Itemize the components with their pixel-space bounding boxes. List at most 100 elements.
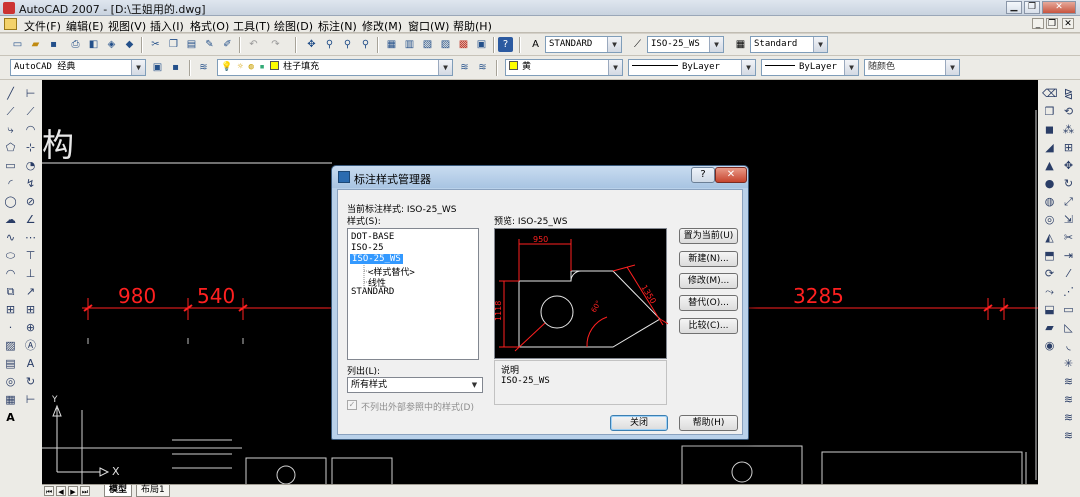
chamfer-icon[interactable]: ◺ [1061, 320, 1076, 335]
prev-tab-icon[interactable]: ◀ [56, 486, 66, 496]
ellipse-icon[interactable]: ⬭ [3, 248, 18, 263]
planar-surface-icon[interactable]: ▰ [1042, 320, 1057, 335]
jogged-dim-icon[interactable]: ↯ [23, 176, 38, 191]
document-icon[interactable] [4, 18, 17, 30]
hatch-icon[interactable]: ▨ [3, 338, 18, 353]
tab-model[interactable]: 模型 [104, 485, 133, 497]
polygon-icon[interactable]: ⬠ [3, 140, 18, 155]
trim-icon[interactable]: ✂ [1061, 230, 1076, 245]
scale-icon[interactable]: ⤢ [1061, 194, 1076, 209]
rotate-icon[interactable]: ↻ [1061, 176, 1076, 191]
dim-style-dropdown[interactable]: ISO-25_WS ▼ [647, 36, 724, 53]
spline-icon[interactable]: ∿ [3, 230, 18, 245]
menu-tools[interactable]: 工具(T) [233, 18, 270, 34]
sphere-icon[interactable]: ● [1042, 176, 1057, 191]
pan-icon[interactable]: ✥ [304, 37, 319, 52]
gradient-icon[interactable]: ▤ [3, 356, 18, 371]
menu-dimension[interactable]: 标注(N) [318, 18, 357, 34]
save-icon[interactable]: ▪ [46, 37, 61, 52]
markup-icon[interactable]: ▩ [456, 37, 471, 52]
construction-line-icon[interactable]: ⟋ [3, 104, 18, 119]
array-icon[interactable]: ⁂ [1061, 122, 1076, 137]
continue-dim-icon[interactable]: ⊥ [23, 266, 38, 281]
dim-edit-icon[interactable]: Ⓐ [23, 338, 38, 353]
circle-icon[interactable]: ◯ [3, 194, 18, 209]
override-style-button[interactable]: 替代(O)... [679, 295, 738, 311]
open-file-icon[interactable]: ▰ [28, 37, 43, 52]
wedge-icon[interactable]: ◢ [1042, 140, 1057, 155]
dialog-close-x-button[interactable]: ✕ [715, 167, 747, 183]
redo-icon[interactable]: ↷ [268, 37, 283, 52]
layer-off-icon[interactable]: ≋ [1061, 374, 1076, 389]
mdi-restore-button[interactable]: ❐ [1046, 18, 1058, 29]
new-file-icon[interactable]: ▭ [10, 37, 25, 52]
revolve-icon[interactable]: ⟳ [1042, 266, 1057, 281]
properties-icon[interactable]: ▦ [384, 37, 399, 52]
minimize-button[interactable]: ▁ [1006, 1, 1022, 14]
dialog-title-bar[interactable]: 标注样式管理器 ? ✕ [332, 166, 748, 188]
rectangle-icon[interactable]: ▭ [3, 158, 18, 173]
extrude-icon[interactable]: ⬒ [1042, 248, 1057, 263]
menu-format[interactable]: 格式(O) [190, 18, 229, 34]
modify-style-button[interactable]: 修改(M)... [679, 273, 738, 289]
tolerance-icon[interactable]: ⊞ [23, 302, 38, 317]
menu-file[interactable]: 文件(F) [24, 18, 61, 34]
color-dropdown[interactable]: 黄 ▼ [505, 59, 623, 76]
make-object-layer-current-icon[interactable]: ≋ [457, 60, 472, 75]
styles-list[interactable]: DOT-BASE ISO-25 ISO-25_WS <样式替代> 线性 STAN… [347, 228, 479, 360]
first-tab-icon[interactable]: ⏮ [44, 486, 54, 496]
explode-icon[interactable]: ✳ [1061, 356, 1076, 371]
block-editor-icon[interactable]: ✐ [220, 37, 235, 52]
break-icon[interactable]: ⋰ [1061, 284, 1076, 299]
cone-icon[interactable]: ▲ [1042, 158, 1057, 173]
menu-view[interactable]: 视图(V) [108, 18, 146, 34]
cylinder-icon[interactable]: ◍ [1042, 194, 1057, 209]
extend-icon[interactable]: ⇥ [1061, 248, 1076, 263]
help-icon[interactable]: ? [498, 37, 513, 52]
aligned-dim-icon[interactable]: ⟋ [23, 104, 38, 119]
menu-draw[interactable]: 绘图(D) [274, 18, 313, 34]
copy-icon[interactable]: ❐ [166, 37, 181, 52]
layer-previous-icon[interactable]: ≋ [475, 60, 490, 75]
region-icon[interactable]: ◎ [3, 374, 18, 389]
make-block-icon[interactable]: ⊞ [3, 302, 18, 317]
radius-dim-icon[interactable]: ◔ [23, 158, 38, 173]
offset-icon[interactable]: ⟲ [1061, 104, 1076, 119]
menu-edit[interactable]: 编辑(E) [66, 18, 104, 34]
paste-icon[interactable]: ▤ [184, 37, 199, 52]
polyline-icon[interactable]: ⤷ [3, 122, 18, 137]
close-button[interactable]: 关闭 [610, 415, 668, 431]
arc-length-icon[interactable]: ◠ [23, 122, 38, 137]
fillet-icon[interactable]: ◟ [1061, 338, 1076, 353]
insert-block-icon[interactable]: ⧉ [3, 284, 18, 299]
sheet-set-icon[interactable]: ▨ [438, 37, 453, 52]
plot-style-dropdown[interactable]: 随颜色 ▼ [864, 59, 960, 76]
box-icon[interactable]: ◼ [1042, 122, 1057, 137]
mdi-close-button[interactable]: ✕ [1062, 18, 1074, 29]
zoom-window-icon[interactable]: ⚲ [340, 37, 355, 52]
undo-icon[interactable]: ↶ [246, 37, 261, 52]
zoom-realtime-icon[interactable]: ⚲ [322, 37, 337, 52]
table-icon[interactable]: ▦ [3, 392, 18, 407]
revision-cloud-icon[interactable]: ☁ [3, 212, 18, 227]
baseline-dim-icon[interactable]: ⊤ [23, 248, 38, 263]
torus-icon[interactable]: ◎ [1042, 212, 1057, 227]
layer-freeze-icon[interactable]: ≋ [1061, 410, 1076, 425]
menu-modify[interactable]: 修改(M) [362, 18, 402, 34]
match-properties-icon[interactable]: ✎ [202, 37, 217, 52]
union-icon[interactable]: ◉ [1042, 338, 1057, 353]
dim-text-edit-icon[interactable]: A [23, 356, 38, 371]
layer-lock-icon[interactable]: ≋ [1061, 428, 1076, 443]
break-at-point-icon[interactable]: ⁄ [1061, 266, 1076, 281]
loft-icon[interactable]: ⬓ [1042, 302, 1057, 317]
next-tab-icon[interactable]: ▶ [68, 486, 78, 496]
erase-icon[interactable]: ⌫ [1042, 86, 1058, 101]
compare-styles-button[interactable]: 比较(C)... [679, 318, 738, 334]
restore-button[interactable]: ❐ [1024, 1, 1040, 14]
print-preview-icon[interactable]: ◧ [86, 37, 101, 52]
pyramid-icon[interactable]: ◭ [1042, 230, 1057, 245]
calculator-icon[interactable]: ▣ [474, 37, 489, 52]
angular-dim-icon[interactable]: ∠ [23, 212, 38, 227]
copy-object-icon[interactable]: ❐ [1042, 104, 1057, 119]
list-filter-select[interactable]: 所有样式 ▼ [347, 377, 483, 393]
